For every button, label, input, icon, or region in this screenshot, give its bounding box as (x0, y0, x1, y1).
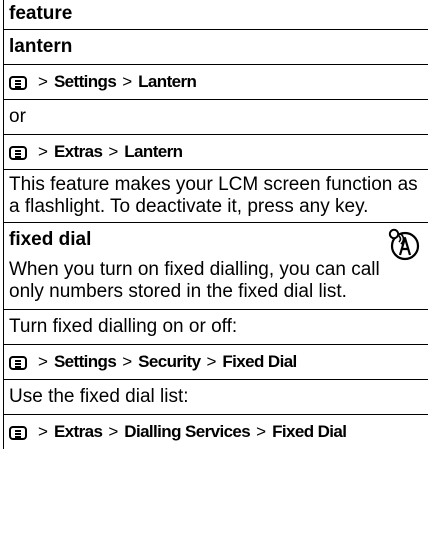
separator: > (122, 72, 133, 91)
separator: > (38, 72, 48, 91)
path-step: Fixed Dial (222, 352, 297, 371)
separator: > (38, 142, 48, 161)
separator: > (122, 352, 133, 371)
path-step: Lantern (138, 72, 197, 91)
separator: > (38, 422, 48, 441)
header-label: feature (9, 3, 73, 24)
path-step: Extras (53, 142, 103, 161)
lantern-title-row: lantern (4, 30, 428, 65)
manual-page: feature lantern > Settings > Lantern or > Ex… (0, 0, 430, 554)
separator: > (256, 422, 267, 441)
path-step: Dialling Services (124, 422, 251, 441)
lantern-path-1: > Settings > Lantern (4, 65, 428, 100)
menu-key-icon (9, 356, 27, 370)
fixed-dial-intro-row: When you turn on fixed dialling, you can… (4, 257, 428, 310)
path-step: Settings (53, 72, 117, 91)
table-header: feature (4, 0, 428, 30)
or-text: or (9, 106, 26, 127)
separator: > (108, 422, 119, 441)
lantern-title: lantern (9, 36, 73, 57)
fixed-dial-path-1: > Settings > Security > Fixed Dial (4, 345, 428, 380)
path-step: Fixed Dial (272, 422, 347, 441)
network-feature-icon (388, 228, 420, 261)
feature-table: feature lantern > Settings > Lantern or > Ex… (3, 0, 428, 449)
path-step: Extras (53, 422, 103, 441)
separator: > (38, 352, 48, 371)
fixed-dial-toggle-label: Turn fixed dialling on or off: (9, 316, 238, 337)
fixed-dial-use-label: Use the fixed dial list: (9, 386, 189, 407)
menu-key-icon (9, 426, 27, 440)
separator: > (108, 142, 119, 161)
path-step: Lantern (124, 142, 183, 161)
lantern-or-row: or (4, 100, 428, 135)
path-step: Security (138, 352, 201, 371)
fixed-dial-title-row: fixed dial (4, 223, 428, 261)
menu-key-icon (9, 76, 27, 90)
fixed-dial-toggle-row: Turn fixed dialling on or off: (4, 310, 428, 345)
lantern-description-row: This feature makes your LCM screen funct… (4, 170, 428, 223)
fixed-dial-intro: When you turn on fixed dialling, you can… (9, 259, 380, 302)
fixed-dial-use-row: Use the fixed dial list: (4, 380, 428, 415)
lantern-path-2: > Extras > Lantern (4, 135, 428, 170)
lantern-description: This feature makes your LCM screen funct… (9, 174, 418, 217)
menu-key-icon (9, 146, 27, 160)
path-step: Settings (53, 352, 117, 371)
separator: > (206, 352, 217, 371)
fixed-dial-path-2: > Extras > Dialling Services > Fixed Dial (4, 415, 428, 449)
fixed-dial-title: fixed dial (9, 229, 92, 250)
